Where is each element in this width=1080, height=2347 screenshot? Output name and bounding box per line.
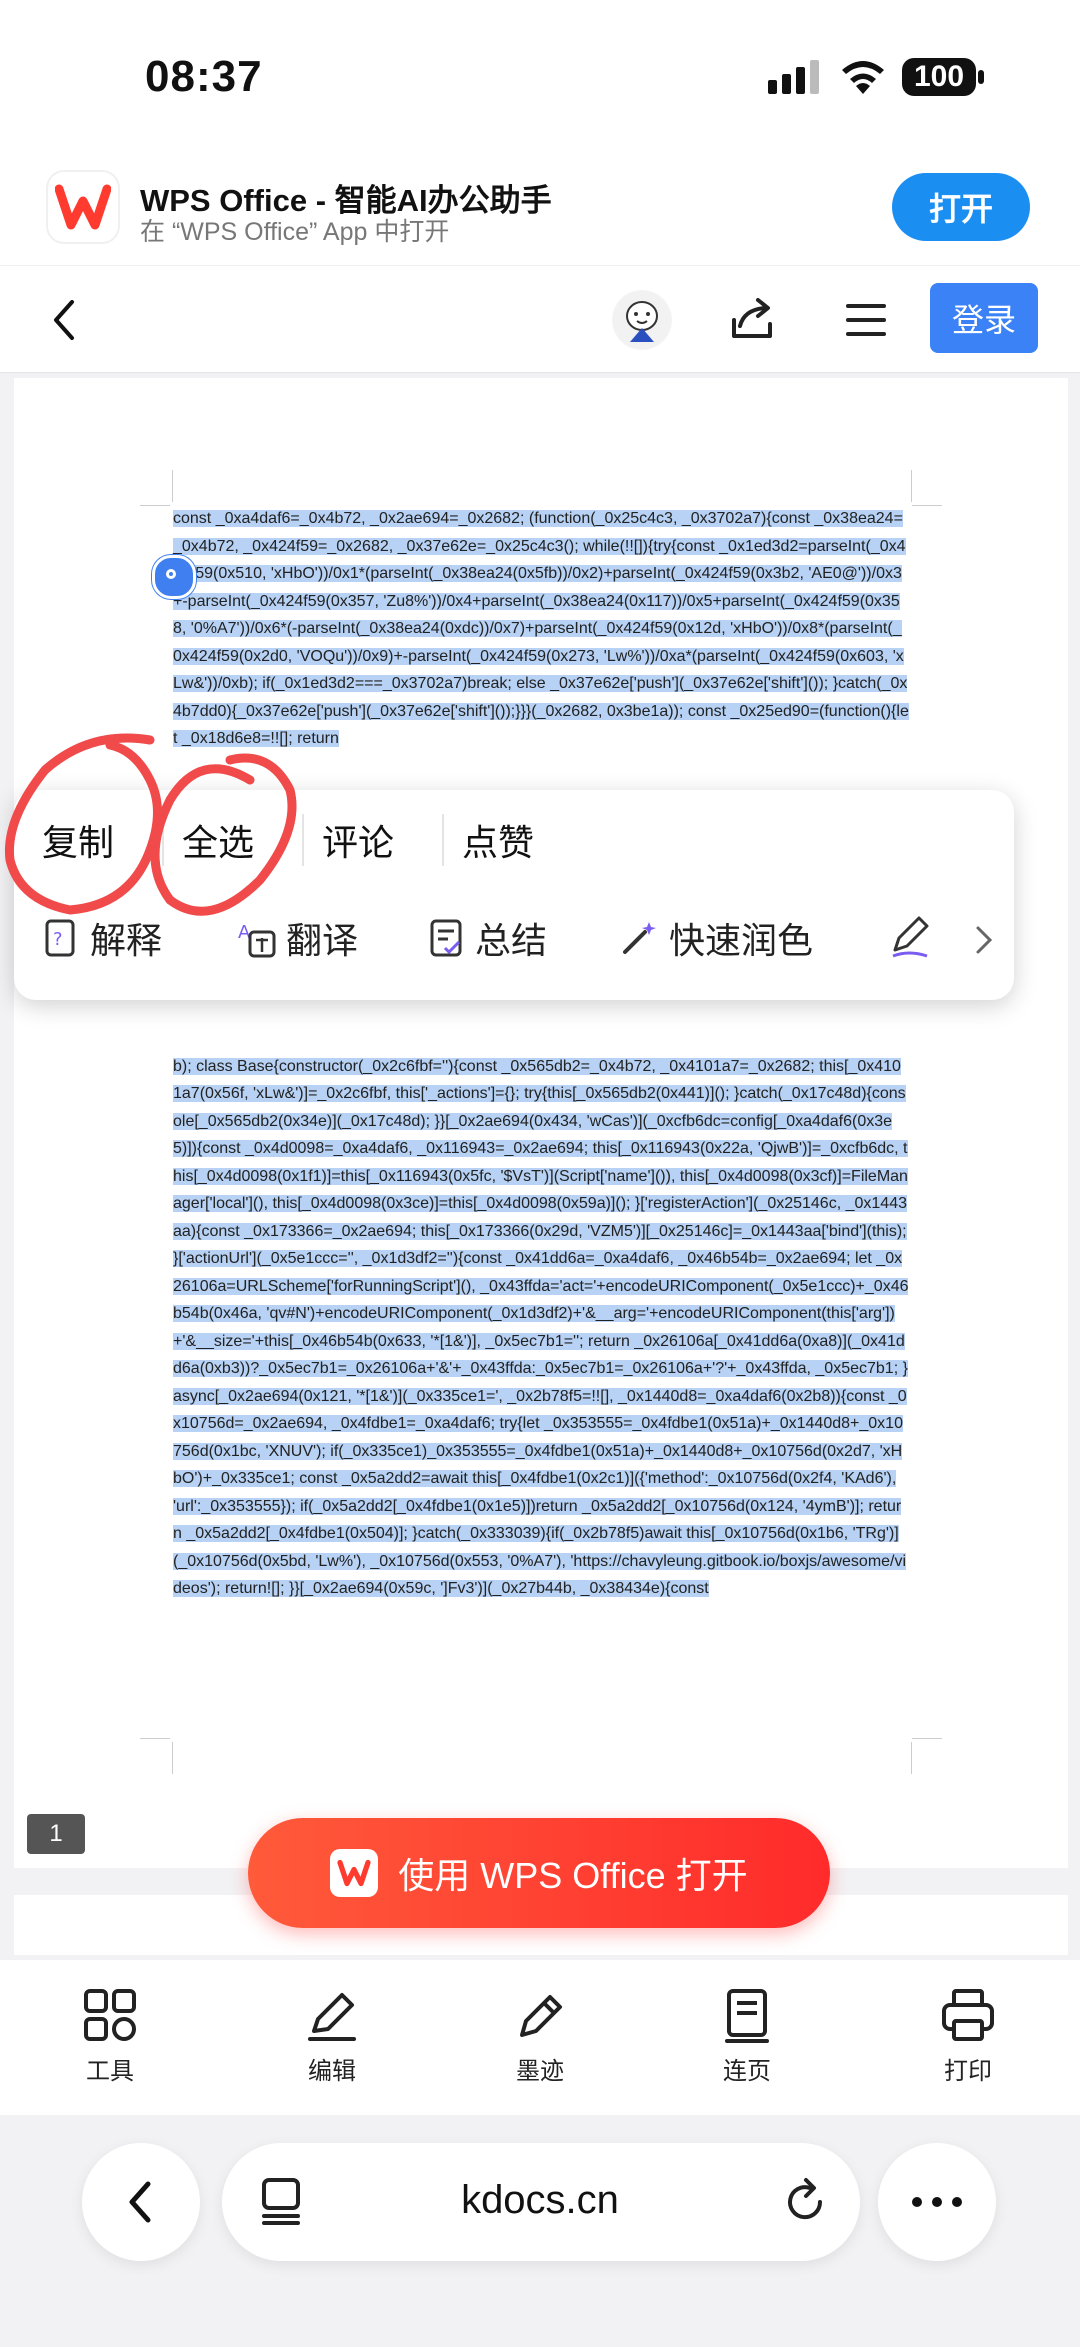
tools-button[interactable]: 工具 [55, 1985, 165, 2086]
open-with-wps-label: 使用 WPS Office 打开 [398, 1855, 748, 1896]
more-options-button[interactable] [878, 2143, 996, 2261]
url-text[interactable]: kdocs.cn [400, 2178, 680, 2223]
pencil-icon [308, 1993, 356, 2041]
summarize-icon [430, 919, 462, 957]
quick-polish-button[interactable]: 快速润色 [619, 908, 813, 968]
open-app-button[interactable]: 打开 [892, 173, 1030, 241]
wps-w-icon [330, 1849, 379, 1897]
crop-mark [140, 1738, 170, 1739]
print-button[interactable]: 打印 [913, 1985, 1023, 2086]
divider [442, 814, 444, 866]
pen-icon[interactable] [887, 910, 933, 960]
chevron-left-icon [129, 2181, 151, 2223]
crop-mark [911, 1742, 912, 1774]
ink-label: 墨迹 [516, 2058, 564, 2085]
battery-indicator: 100 [902, 58, 976, 96]
pages-icon [725, 1989, 769, 2043]
edit-label: 编辑 [308, 2058, 356, 2085]
summarize-button[interactable]: 总结 [429, 908, 547, 968]
crop-mark [172, 470, 173, 502]
summarize-label: 总结 [475, 920, 548, 961]
share-icon[interactable] [724, 290, 780, 346]
crop-mark [912, 505, 942, 506]
continuous-pages-button[interactable]: 连页 [692, 1985, 802, 2086]
grid-icon [84, 1989, 136, 2041]
back-icon[interactable] [40, 290, 90, 350]
like-button[interactable]: 点赞 [462, 812, 534, 868]
wps-logo [48, 172, 118, 242]
cellular-signal-icon [768, 60, 819, 94]
browser-back-button[interactable] [82, 2143, 200, 2261]
doc-toolbar [0, 265, 1080, 373]
magic-wand-icon [623, 922, 656, 954]
ink-pen-icon [520, 1995, 562, 2037]
crop-mark [911, 470, 912, 502]
ink-button[interactable]: 墨迹 [485, 1985, 595, 2086]
wifi-icon [842, 61, 884, 94]
menu-icon[interactable] [838, 292, 894, 348]
red-circle-annotation [4, 733, 297, 916]
status-time: 08:37 [145, 52, 263, 101]
open-with-wps-button[interactable]: 使用 WPS Office 打开 [248, 1818, 830, 1928]
tools-label: 工具 [86, 2058, 134, 2085]
chevron-right-icon[interactable] [968, 920, 998, 960]
user-avatar-icon[interactable] [612, 290, 672, 350]
printer-icon [942, 1989, 994, 2041]
crop-mark [140, 505, 170, 506]
tabs-icon[interactable] [258, 2176, 304, 2226]
print-label: 打印 [944, 2058, 992, 2085]
app-subtitle: 在 “WPS Office” App 中打开 [140, 218, 450, 246]
document-text[interactable]: const _0xa4daf6=_0x4b72, _0x2ae694=_0x26… [173, 505, 909, 1603]
more-dots-icon [912, 2197, 962, 2207]
wps-w-icon [55, 184, 111, 230]
continuous-pages-label: 连页 [723, 2058, 771, 2085]
battery-cap [978, 70, 984, 84]
selected-text-bottom[interactable]: b); class Base{constructor(_0x2c6fbf='')… [173, 1057, 909, 1597]
login-button[interactable]: 登录 [930, 283, 1038, 353]
reload-icon[interactable] [780, 2176, 830, 2226]
quick-polish-label: 快速润色 [669, 920, 814, 961]
page-number-badge: 1 [27, 1814, 85, 1854]
edit-button[interactable]: 编辑 [277, 1985, 387, 2086]
crop-mark [172, 1742, 173, 1774]
selection-start-handle[interactable] [152, 555, 196, 599]
selected-text-top[interactable]: const _0xa4daf6=_0x4b72, _0x2ae694=_0x26… [173, 510, 909, 747]
crop-mark [912, 1738, 942, 1739]
